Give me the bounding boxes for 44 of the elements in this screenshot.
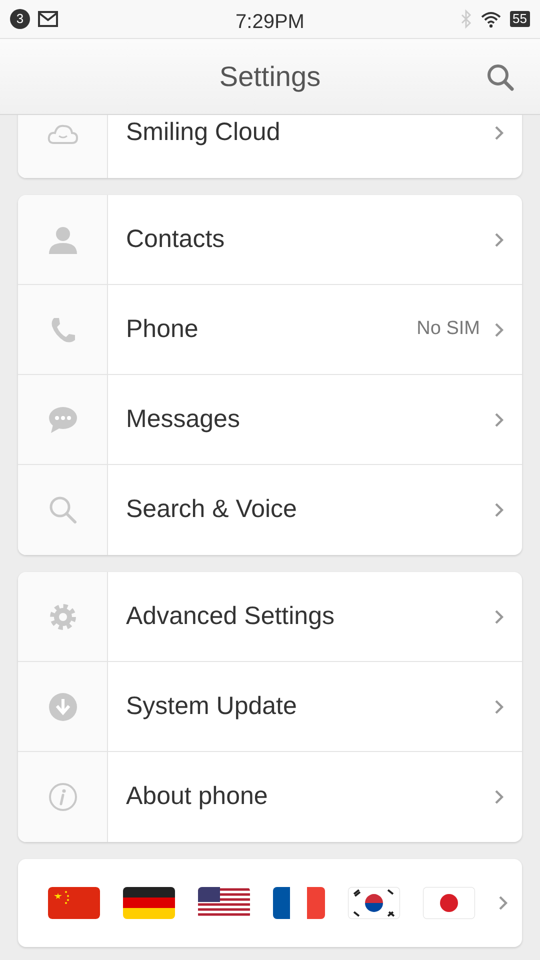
chevron-icon xyxy=(494,412,504,428)
chevron-icon xyxy=(498,895,508,911)
row-value: No SIM xyxy=(416,317,480,342)
search-icon[interactable] xyxy=(486,63,514,91)
settings-row[interactable]: Smiling Cloud xyxy=(18,115,522,178)
notification-count: 3 xyxy=(10,9,30,29)
search-icon xyxy=(48,495,78,525)
gear-icon xyxy=(48,602,78,632)
person-icon xyxy=(48,224,78,254)
download-icon xyxy=(48,692,78,722)
chat-bubble-icon xyxy=(48,404,78,434)
screen-title: Settings xyxy=(219,60,321,94)
settings-row[interactable]: Messages xyxy=(18,375,522,465)
settings-row[interactable]: Advanced Settings xyxy=(18,572,522,662)
row-label: Search & Voice xyxy=(126,494,297,526)
chevron-icon xyxy=(494,322,504,338)
mail-icon xyxy=(38,11,58,27)
chevron-icon xyxy=(494,232,504,248)
row-label: Phone xyxy=(126,314,198,345)
chevron-icon xyxy=(494,698,504,714)
chevron-icon xyxy=(494,789,504,805)
chevron-icon xyxy=(494,125,504,141)
flag-icon[interactable] xyxy=(348,887,400,919)
row-label: Contacts xyxy=(126,224,225,255)
settings-row[interactable]: System Update xyxy=(18,662,522,752)
row-label: System Update xyxy=(126,690,297,722)
row-label: Messages xyxy=(126,404,240,435)
settings-row[interactable]: About phone xyxy=(18,752,522,842)
chevron-icon xyxy=(494,608,504,624)
chevron-icon xyxy=(494,502,504,518)
row-label: Smiling Cloud xyxy=(126,117,280,148)
flag-icon[interactable] xyxy=(123,887,175,919)
wifi-icon xyxy=(480,10,502,28)
battery-level: 55 xyxy=(510,11,530,27)
bluetooth-icon xyxy=(460,9,472,29)
info-icon xyxy=(48,782,78,812)
flag-icon[interactable] xyxy=(273,887,325,919)
settings-row[interactable]: Contacts xyxy=(18,195,522,285)
status-time: 7:29PM xyxy=(236,10,304,35)
flag-icon[interactable] xyxy=(198,887,250,919)
settings-row[interactable]: Search & Voice xyxy=(18,465,522,555)
row-label: About phone xyxy=(126,781,268,812)
settings-row[interactable]: Phone No SIM xyxy=(18,285,522,375)
row-label: Advanced Settings xyxy=(126,600,334,632)
